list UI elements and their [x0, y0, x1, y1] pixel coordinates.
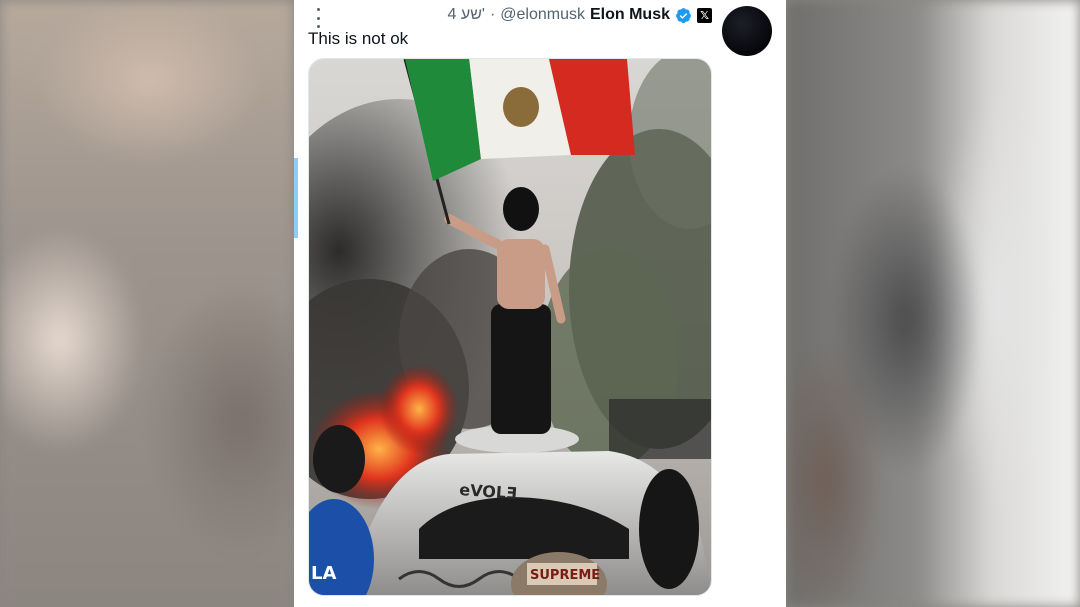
- header-separator: ·: [489, 6, 496, 23]
- author-handle[interactable]: @elonmusk: [500, 6, 585, 24]
- author-avatar[interactable]: [722, 6, 772, 56]
- blurred-background-left: [0, 0, 294, 607]
- verified-badge-icon: [676, 7, 691, 23]
- protest-photo: eVOLƎ LA SUPREME: [309, 59, 711, 595]
- tweet-media-image[interactable]: eVOLƎ LA SUPREME: [308, 58, 712, 596]
- x-logo-icon: 𝕏: [697, 7, 712, 23]
- svg-text:eVOLƎ: eVOLƎ: [459, 480, 518, 503]
- svg-text:SUPREME: SUPREME: [530, 568, 600, 583]
- tweet-header: 4 שע' · @elonmusk Elon Musk 𝕏: [310, 4, 714, 26]
- tweet-text: This is not ok: [308, 29, 409, 48]
- svg-text:LA: LA: [311, 563, 336, 584]
- scroll-indicator: [294, 158, 298, 238]
- tweet-time[interactable]: 4 שע': [448, 6, 485, 24]
- blurred-background-right: [786, 0, 1080, 607]
- tweet-card[interactable]: 4 שע' · @elonmusk Elon Musk 𝕏 This is no…: [294, 0, 786, 607]
- author-name[interactable]: Elon Musk: [590, 6, 670, 24]
